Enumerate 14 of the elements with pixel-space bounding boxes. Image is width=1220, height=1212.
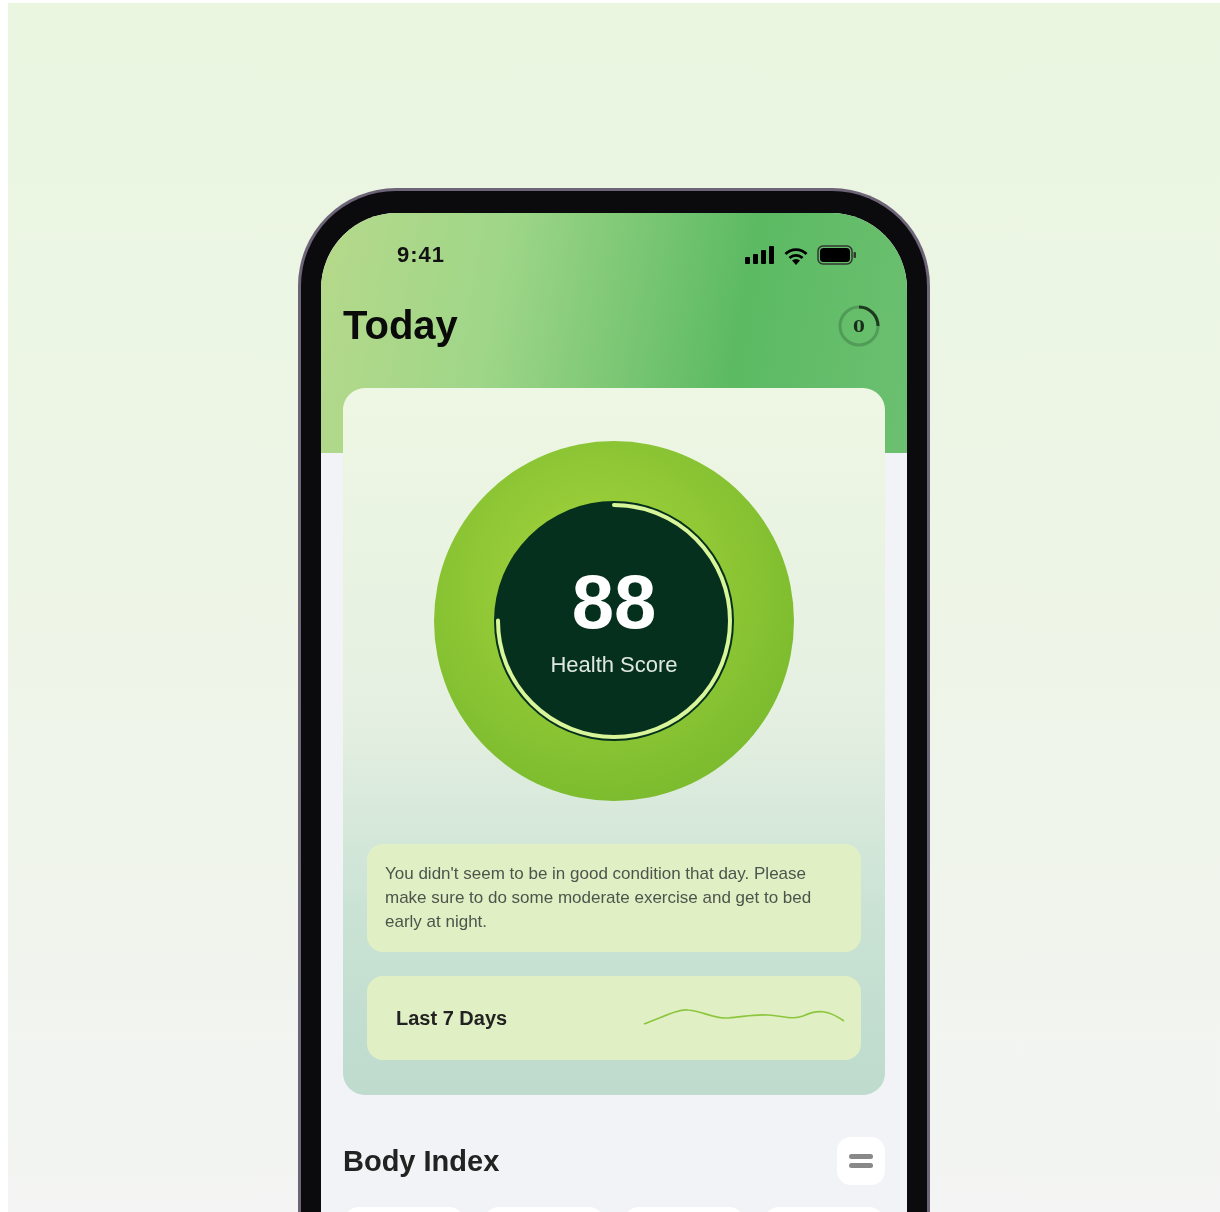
status-time: 9:41	[397, 242, 446, 268]
score-label: Health Score	[550, 652, 678, 678]
trend-panel[interactable]: Last 7 Days	[367, 976, 861, 1060]
signal-icon	[745, 246, 775, 264]
score-value: 88	[571, 564, 657, 640]
battery-icon	[817, 245, 857, 265]
advice-message: You didn't seem to be in good condition that day. Please make sure to do some moderate exercise and get to bed early at night.	[367, 844, 861, 952]
trend-label: Last 7 Days	[396, 1006, 508, 1030]
menu-icon	[848, 1152, 874, 1170]
section-title: Body Index	[343, 1144, 500, 1178]
wifi-icon	[783, 245, 809, 265]
menu-button[interactable]	[837, 1137, 885, 1185]
page-title: Today	[343, 303, 458, 348]
activity-ring-button[interactable]: 0	[837, 303, 881, 348]
